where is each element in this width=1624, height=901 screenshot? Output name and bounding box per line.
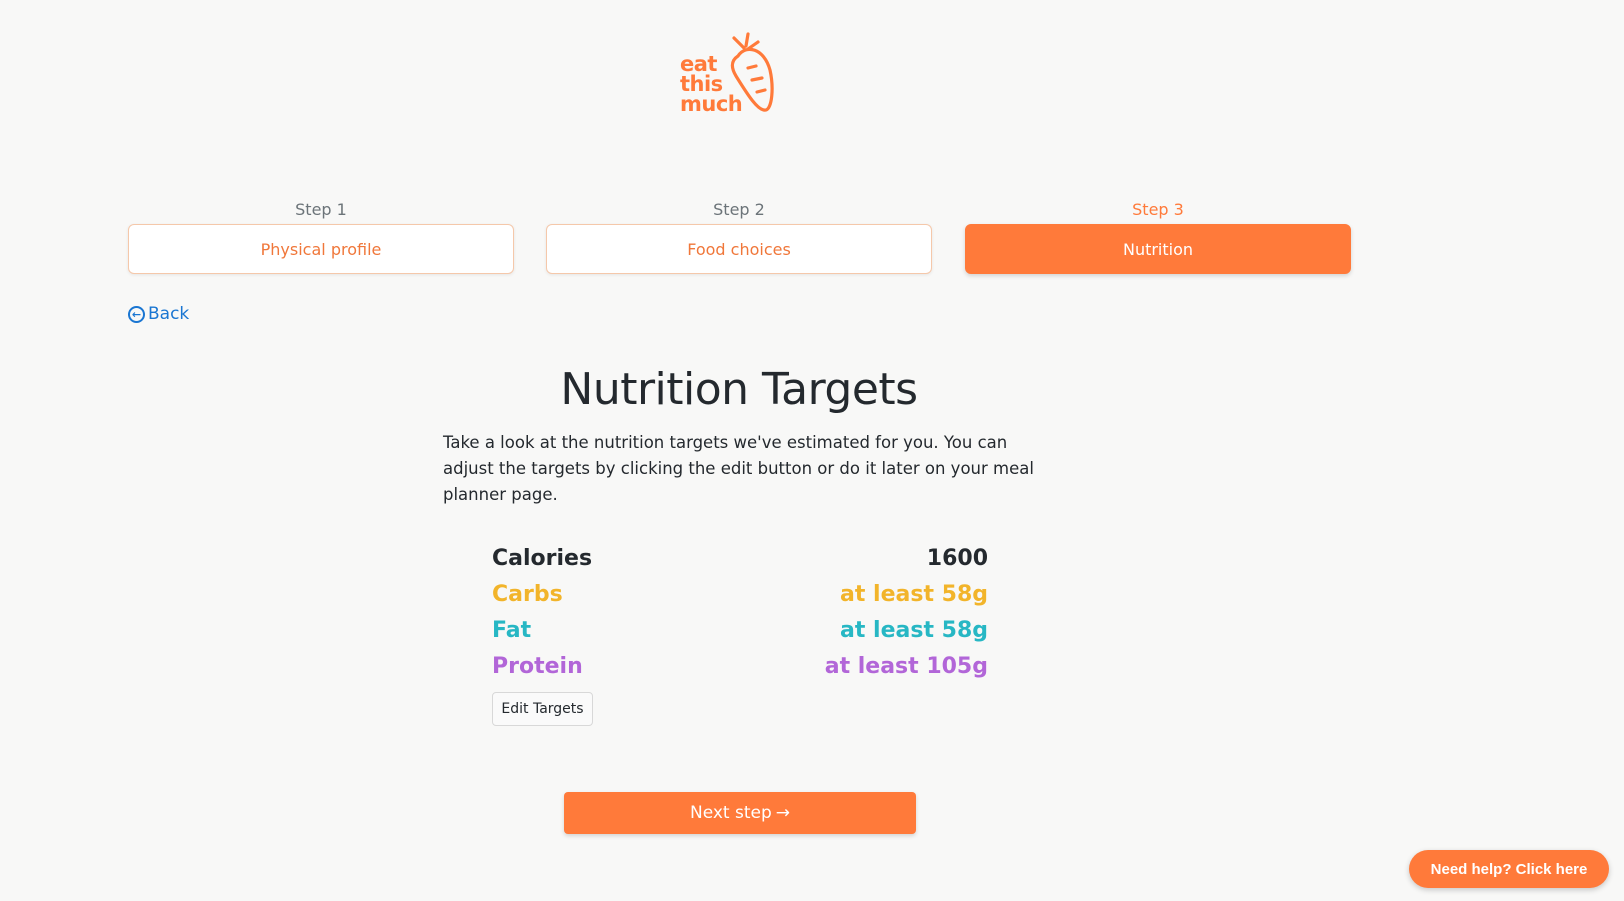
carbs-label: Carbs [492, 581, 563, 607]
help-button[interactable]: Need help? Click here [1409, 850, 1609, 888]
page: eat this much Step 1 Physical profile St… [0, 0, 1624, 901]
protein-value: at least 105g [824, 653, 988, 679]
calories-value: 1600 [926, 545, 988, 571]
arrow-left-circle-icon: ← [128, 305, 145, 323]
step-2: Step 2 Food choices [546, 198, 932, 274]
back-link[interactable]: ← Back [128, 304, 189, 324]
fat-label: Fat [492, 617, 532, 643]
nutrition-targets-table: Calories 1600 Carbs at least 58g Fat at … [492, 540, 988, 684]
carrot-icon [730, 32, 774, 112]
carbs-value: at least 58g [840, 581, 988, 607]
step-1-label: Step 1 [295, 200, 347, 219]
protein-row: Protein at least 105g [492, 648, 988, 684]
back-label: Back [148, 304, 190, 324]
step-3: Step 3 Nutrition [965, 198, 1351, 274]
step-progress: Step 1 Physical profile Step 2 Food choi… [128, 198, 1351, 278]
calories-label: Calories [492, 545, 593, 571]
step-1: Step 1 Physical profile [128, 198, 514, 274]
step-physical-profile-button[interactable]: Physical profile [128, 224, 514, 274]
arrow-right-icon: → [775, 803, 791, 823]
fat-row: Fat at least 58g [492, 612, 988, 648]
step-3-label: Step 3 [1132, 200, 1184, 219]
step-food-choices-button[interactable]: Food choices [546, 224, 932, 274]
edit-targets-button[interactable]: Edit Targets [492, 692, 593, 726]
calories-row: Calories 1600 [492, 540, 988, 576]
carbs-row: Carbs at least 58g [492, 576, 988, 612]
logo[interactable]: eat this much [672, 32, 792, 122]
page-description: Take a look at the nutrition targets we'… [443, 433, 1034, 504]
step-nutrition-button[interactable]: Nutrition [965, 224, 1351, 274]
page-title: Nutrition Targets [560, 364, 918, 415]
next-step-button[interactable]: Next step → [564, 792, 916, 834]
next-step-label: Next step [689, 803, 772, 823]
fat-value: at least 58g [840, 617, 988, 643]
protein-label: Protein [492, 653, 583, 679]
step-2-label: Step 2 [713, 200, 765, 219]
